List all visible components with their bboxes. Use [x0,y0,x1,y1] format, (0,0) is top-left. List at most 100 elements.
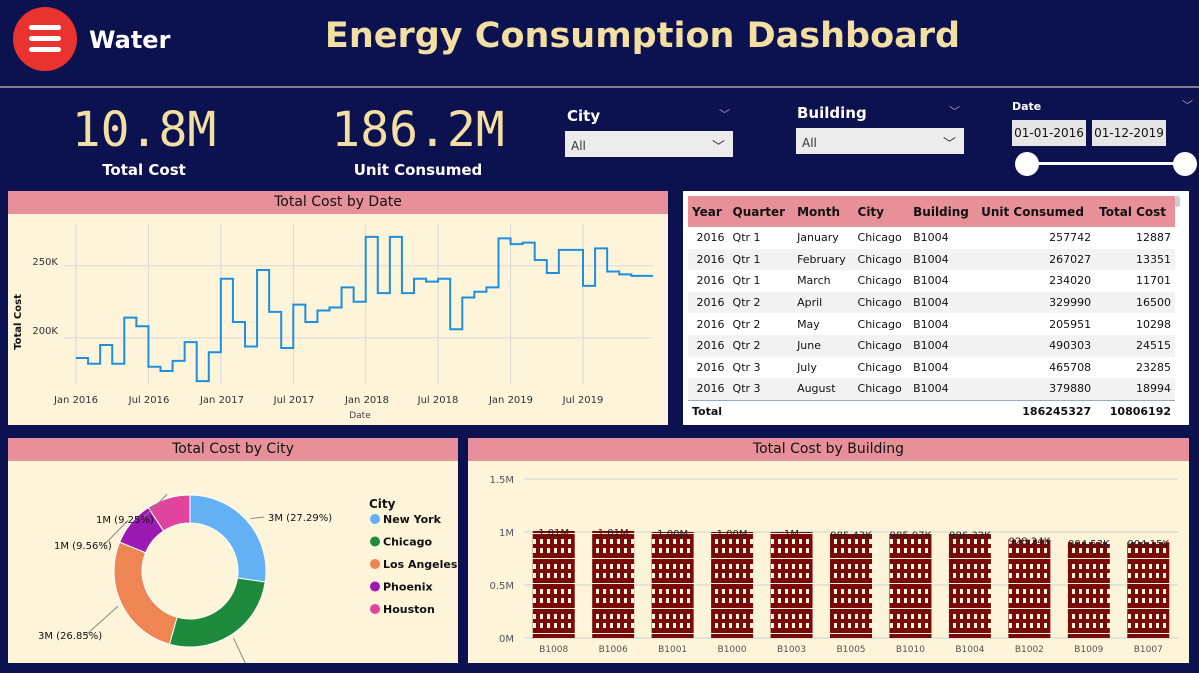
detail-table-panel: Year Quarter Month City Building Unit Co… [683,191,1189,425]
table-cell: January [797,231,839,245]
bar[interactable] [1008,539,1051,638]
building-dropdown[interactable]: All ﹀ [796,128,964,154]
total-unit-consumed: 186245327 [977,399,1096,423]
pie-data-label: 1M (9.56%) [54,541,112,552]
table-cell: Qtr 3 [732,360,761,374]
table-row[interactable]: 2016 Qtr 3 August Chicago B1004 379880 18994 [688,378,1175,401]
cost-by-date-title: Total Cost by Date [8,191,668,214]
table-cell: 2016 [688,334,729,357]
x-tick-label: B1008 [539,645,568,655]
table-cell: 16500 [1095,291,1175,314]
x-tick-label: B1006 [599,645,628,655]
label-leader-line [250,516,265,520]
table-cell: B1004 [909,378,978,401]
x-tick-label: B1000 [718,645,747,655]
table-cell: 234020 [1049,274,1092,288]
bar[interactable] [770,532,813,638]
pie-slice[interactable] [168,577,266,648]
legend-item[interactable]: Chicago [383,536,432,549]
table-row[interactable]: 2016 Qtr 3 July Chicago B1004 465708 23285 [688,357,1175,379]
bar[interactable] [948,533,991,638]
legend-item[interactable]: Phoenix [383,581,433,594]
bar-data-label: 986.32K [949,530,991,541]
column-header[interactable]: Month [793,196,854,227]
legend-marker [370,581,380,592]
city-slicer-title: City [567,107,601,125]
date-slider-end-handle[interactable] [1173,152,1197,176]
date-slider-start-handle[interactable] [1015,152,1039,176]
table-cell: B1004 [913,274,949,288]
x-tick-label: B1003 [777,645,806,655]
table-cell: 329990 [977,291,1096,314]
table-cell: 12887 [1136,231,1171,245]
building-dropdown-value: All [802,136,817,150]
city-dropdown-value: All [571,139,586,153]
table-cell: 23285 [1136,360,1171,374]
table-cell: Chicago [857,231,902,245]
table-row[interactable]: 2016 Qtr 2 April Chicago B1004 329990 16500 [688,291,1175,314]
table-cell: July [797,360,817,374]
column-header[interactable]: Building [909,196,978,227]
table-scrollbar[interactable] [1175,196,1180,207]
label-leader-line [233,637,246,663]
x-tick-label: B1001 [658,645,687,655]
date-start-input[interactable]: 01-01-2016 [1012,120,1086,146]
legend-item[interactable]: Los Angeles [383,558,458,571]
y-tick-label: 200K [32,326,58,337]
date-slider-track[interactable] [1027,162,1185,165]
table-cell: Chicago [857,274,902,288]
kpi-unit-consumed-label: Unit Consumed [353,161,483,179]
pie-data-label: 3M (27.29%) [268,513,332,524]
table-cell: 2016 [688,248,729,271]
pie-slice[interactable] [189,494,267,583]
table-row[interactable]: 2016 Qtr 1 January Chicago B1004 257742 12887 [688,227,1175,249]
date-end-input[interactable]: 01-12-2019 [1092,120,1166,146]
table-cell: April [793,291,854,314]
bar[interactable] [651,532,694,638]
x-tick-label: B1007 [1134,645,1163,655]
chevron-down-icon: ﹀ [942,137,956,152]
column-header[interactable]: Total Cost [1095,196,1175,227]
detail-table: Year Quarter Month City Building Unit Co… [688,196,1175,423]
x-tick-label: Jan 2017 [199,395,244,406]
table-cell: B1004 [913,360,949,374]
x-tick-label: B1002 [1015,645,1044,655]
table-cell: Qtr 2 [732,317,761,331]
table-cell: 13351 [1095,248,1175,271]
column-header[interactable]: Unit Consumed [977,196,1096,227]
bar[interactable] [889,533,932,638]
column-header[interactable]: Year [688,196,729,227]
table-cell: Chicago [853,248,910,271]
y-tick-label: 0M [499,634,514,645]
kpi-unit-consumed-value: 186.2M [331,102,505,158]
pie-slice[interactable] [113,541,178,645]
chevron-down-icon[interactable]: ﹀ [1182,97,1193,113]
legend-item[interactable]: Houston [383,603,435,616]
bar[interactable] [711,532,754,638]
bar-data-label: 928.24K [1009,537,1051,548]
bar[interactable] [1127,542,1170,638]
table-cell: Qtr 1 [732,231,761,245]
table-row[interactable]: 2016 Qtr 2 May Chicago B1004 205951 10298 [688,313,1175,335]
bar[interactable] [532,530,575,638]
table-cell: Qtr 2 [728,334,794,357]
table-cell: Chicago [853,334,910,357]
table-cell: May [797,317,820,331]
legend-marker [370,559,380,569]
series-line[interactable] [76,235,653,383]
x-tick-label: Jul 2016 [128,395,170,406]
city-dropdown[interactable]: All ﹀ [565,131,733,157]
table-row[interactable]: 2016 Qtr 2 June Chicago B1004 490303 24515 [688,334,1175,357]
legend-item[interactable]: New York [383,513,442,526]
column-header[interactable]: City [853,196,910,227]
bar[interactable] [1067,542,1110,638]
bar[interactable] [592,530,635,638]
bar[interactable] [830,533,872,638]
table-row[interactable]: 2016 Qtr 1 March Chicago B1004 234020 11701 [688,270,1175,292]
table-cell: Qtr 1 [732,274,761,288]
column-header[interactable]: Quarter [728,196,794,227]
chevron-down-icon[interactable]: ﹀ [949,103,960,119]
table-cell: 205951 [1049,317,1092,331]
table-row[interactable]: 2016 Qtr 1 February Chicago B1004 267027 13351 [688,248,1175,271]
chevron-down-icon[interactable]: ﹀ [719,106,730,122]
